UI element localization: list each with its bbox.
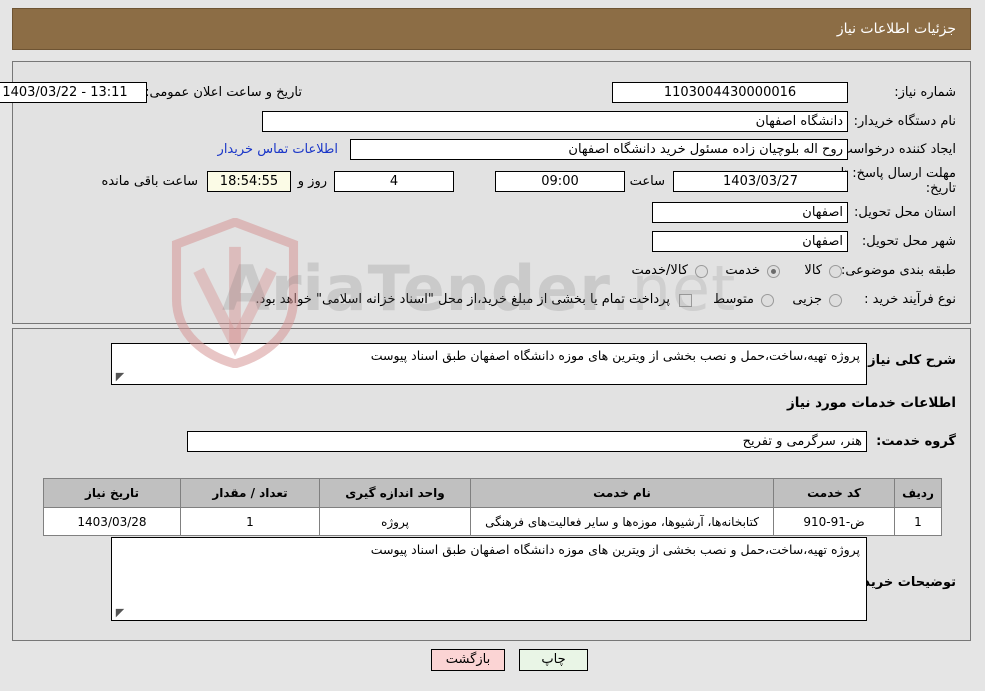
radio-category-goods-label: کالا <box>804 263 822 278</box>
th-service-name: نام خدمت <box>470 478 774 508</box>
page-title: جزئیات اطلاعات نیاز <box>836 21 956 37</box>
countdown-value: 18:54:55 <box>207 171 291 192</box>
deadline-days-label: روز و <box>297 174 327 189</box>
radio-process-medium[interactable] <box>761 294 774 307</box>
countdown-label: ساعت باقی مانده <box>101 174 198 189</box>
response-deadline-label: مهلت ارسال پاسخ: تا تاریخ: <box>840 166 956 196</box>
radio-category-service[interactable] <box>767 265 780 278</box>
th-unit: واحد اندازه گیری <box>319 478 471 508</box>
general-description-textarea[interactable]: پروژه تهیه،ساخت،حمل و نصب بخشی از ویترین… <box>111 343 867 385</box>
buyer-org-label: نام دستگاه خریدار: <box>853 114 956 129</box>
radio-process-minor-label: جزیی <box>792 292 822 307</box>
th-service-code: کد خدمت <box>773 478 895 508</box>
buyer-notes-textarea[interactable]: پروژه تهیه،ساخت،حمل و نصب بخشی از ویترین… <box>111 537 867 621</box>
services-table: ردیف کد خدمت نام خدمت واحد اندازه گیری ت… <box>43 478 942 536</box>
table-header-row: ردیف کد خدمت نام خدمت واحد اندازه گیری ت… <box>43 478 942 508</box>
cell-service-code: ض-91-910 <box>773 507 895 536</box>
general-description-label: شرح کلی نیاز: <box>862 353 956 368</box>
purchase-process-label: نوع فرآیند خرید : <box>864 292 956 307</box>
response-deadline-label-line1: مهلت ارسال پاسخ: تا <box>840 166 956 181</box>
request-creator-label: ایجاد کننده درخواست: <box>836 142 956 157</box>
service-group-label: گروه خدمت: <box>876 434 956 449</box>
general-description-value: پروژه تهیه،ساخت،حمل و نصب بخشی از ویترین… <box>370 348 860 363</box>
th-quantity: تعداد / مقدار <box>180 478 320 508</box>
category-label: طبقه بندی موضوعی: <box>840 263 956 278</box>
cell-unit: پروژه <box>319 507 471 536</box>
announce-datetime-value: 13:11 - 1403/03/22 <box>0 82 147 103</box>
delivery-province-value: اصفهان <box>652 202 848 223</box>
th-need-date: تاریخ نیاز <box>43 478 181 508</box>
delivery-city-value: اصفهان <box>652 231 848 252</box>
response-deadline-label-line2: تاریخ: <box>925 181 956 196</box>
radio-category-service-label: خدمت <box>725 263 760 278</box>
th-row-no: ردیف <box>894 478 942 508</box>
radio-category-goods-service-label: کالا/خدمت <box>631 263 688 278</box>
need-number-value: 1103004430000016 <box>612 82 848 103</box>
need-number-label: شماره نیاز: <box>894 85 956 100</box>
radio-category-goods[interactable] <box>829 265 842 278</box>
buyer-org-value: دانشگاه اصفهان <box>262 111 848 132</box>
buyer-notes-value: پروژه تهیه،ساخت،حمل و نصب بخشی از ویترین… <box>370 542 860 557</box>
deadline-time-value: 09:00 <box>495 171 625 192</box>
radio-category-goods-service[interactable] <box>695 265 708 278</box>
checkbox-islamic-treasury[interactable] <box>679 294 692 307</box>
request-creator-value: روح اله بلوچیان زاده مسئول خرید دانشگاه … <box>350 139 848 160</box>
deadline-days-value: 4 <box>334 171 454 192</box>
service-group-value: هنر، سرگرمی و تفریح <box>187 431 867 452</box>
islamic-treasury-text: پرداخت تمام یا بخشی از مبلغ خرید،از محل … <box>255 292 670 307</box>
window-title-bar: جزئیات اطلاعات نیاز <box>12 8 971 50</box>
cell-row-no: 1 <box>894 507 942 536</box>
table-row: 1 ض-91-910 کتابخانه‌ها، آرشیوها، موزه‌ها… <box>43 507 942 536</box>
announce-datetime-label: تاریخ و ساعت اعلان عمومی: <box>145 85 302 100</box>
services-heading: اطلاعات خدمات مورد نیاز <box>786 395 956 411</box>
cell-need-date: 1403/03/28 <box>43 507 181 536</box>
resize-grip-icon[interactable]: ◥ <box>114 370 126 383</box>
resize-grip-icon-2[interactable]: ◥ <box>114 606 126 619</box>
radio-process-medium-label: متوسط <box>713 292 754 307</box>
deadline-time-label: ساعت <box>629 174 665 189</box>
cell-service-name: کتابخانه‌ها، آرشیوها، موزه‌ها و سایر فعا… <box>470 507 774 536</box>
need-summary-panel: شماره نیاز: 1103004430000016 تاریخ و ساع… <box>0 61 971 324</box>
cell-quantity: 1 <box>180 507 320 536</box>
radio-process-minor[interactable] <box>829 294 842 307</box>
back-button[interactable]: بازگشت <box>431 649 505 671</box>
delivery-province-label: استان محل تحویل: <box>854 205 956 220</box>
buyer-contact-link[interactable]: اطلاعات تماس خریدار <box>218 142 338 157</box>
print-button[interactable]: چاپ <box>519 649 588 671</box>
deadline-date-value: 1403/03/27 <box>673 171 848 192</box>
delivery-city-label: شهر محل تحویل: <box>861 234 956 249</box>
